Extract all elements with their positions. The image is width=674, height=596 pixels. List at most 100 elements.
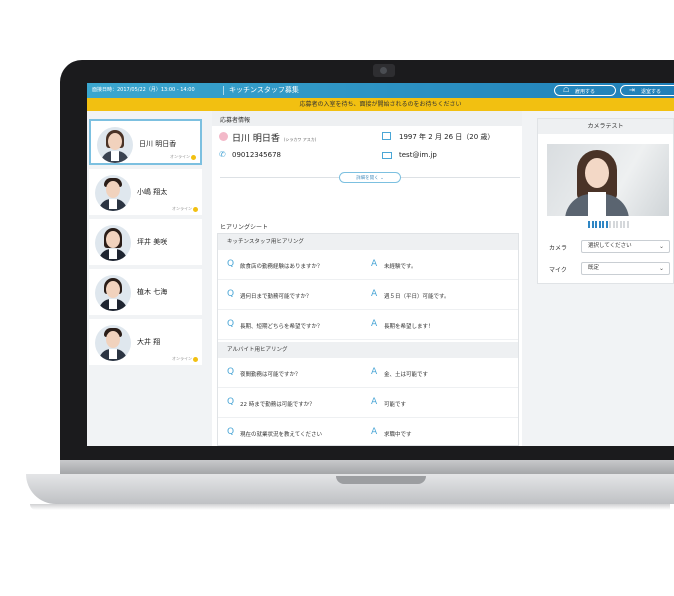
waiting-banner: 応募者の入室を待ち、面接が開始されるのをお待ちください	[87, 98, 674, 111]
qa-row: Q 飲食店の勤務経験はありますか？ A 未経験です。	[218, 250, 518, 280]
candidate-name: 大井 翔	[137, 338, 161, 346]
chevron-down-icon: ⌄	[658, 265, 664, 272]
status-text: オンライン	[172, 356, 192, 361]
interview-datetime: 面接日時：2017/05/22（月）13:00 - 14:00	[92, 87, 195, 93]
avatar	[95, 275, 131, 311]
answer-icon: A	[371, 397, 378, 407]
job-title: キッチンスタッフ募集	[229, 86, 299, 94]
mail-icon	[382, 152, 392, 159]
avatar	[95, 225, 131, 261]
user-icon	[219, 132, 228, 141]
mic-select-value: 既定	[588, 265, 600, 271]
question-icon: Q	[227, 367, 235, 377]
answer-text: 未経験です。	[384, 264, 417, 270]
camera-test-title: カメラテスト	[538, 119, 673, 134]
topbar-divider	[223, 86, 224, 95]
hire-button[interactable]: ☖ 雇用する	[554, 85, 616, 96]
candidate-item[interactable]: 大井 翔 オンライン	[89, 319, 202, 365]
mic-level-bar	[612, 221, 615, 228]
qa-row: Q 週何日まで勤務可能ですか？ A 週５日（平日）可能です。	[218, 280, 518, 310]
online-status: オンライン	[172, 356, 198, 362]
applicant-kana: (シラカワ アスカ)	[283, 137, 317, 142]
mic-level-bar	[602, 221, 604, 228]
answer-icon: A	[371, 427, 378, 437]
status-text: オンライン	[170, 154, 190, 159]
question-text: 週何日まで勤務可能ですか？	[240, 294, 312, 300]
mic-level-bar	[616, 221, 618, 228]
details-button-label: 詳細を開く	[356, 176, 379, 181]
question-text: 長期、短期どちらを希望ですか？	[240, 324, 323, 330]
answer-text: 金、土は可能です	[384, 372, 429, 378]
candidate-item[interactable]: 日川 明日香 オンライン	[89, 119, 202, 165]
online-status: オンライン	[170, 154, 196, 160]
mic-level-bar	[595, 221, 597, 228]
applicant-birthdate: 1997 年 2 月 26 日（20 歳）	[399, 133, 495, 141]
mic-level-bar	[588, 221, 590, 228]
answer-icon: A	[371, 259, 378, 269]
camera-preview	[547, 144, 669, 216]
hearing-group-title: キッチンスタッフ用ヒアリング	[218, 234, 518, 250]
leave-button[interactable]: ⇥ 退室する	[620, 85, 674, 96]
online-icon	[193, 206, 198, 212]
qa-row: Q 長期、短期どちらを希望ですか？ A 長期を希望します！	[218, 310, 518, 340]
question-icon: Q	[227, 289, 235, 299]
answer-icon: A	[371, 289, 378, 299]
applicant-info-title: 応募者情報	[220, 117, 251, 124]
question-icon: Q	[227, 397, 235, 407]
answer-icon: A	[371, 367, 378, 377]
answer-text: 週５日（平日）可能です。	[384, 294, 450, 300]
phone-icon: ✆	[219, 150, 226, 159]
mic-select[interactable]: 既定 ⌄	[581, 262, 670, 275]
candidate-name: 坪井 美咲	[137, 238, 168, 246]
camera-select-value: 選択してください	[588, 243, 632, 249]
question-icon: Q	[227, 319, 235, 329]
applicant-email: test@im.jp	[399, 151, 437, 159]
answer-text: 求職中です	[384, 432, 412, 438]
question-icon: Q	[227, 427, 235, 437]
mic-level-bar	[626, 221, 629, 228]
mic-level-bar	[609, 221, 611, 228]
avatar	[95, 175, 131, 211]
question-text: 22 時まで勤務は可能ですか？	[240, 402, 315, 408]
laptop-shadow	[30, 504, 670, 510]
mic-level-bar	[619, 221, 622, 228]
candidate-name: 植木 七海	[137, 288, 168, 296]
app-screen: 面接日時：2017/05/22（月）13:00 - 14:00 キッチンスタッフ…	[87, 83, 674, 446]
exit-icon: ⇥	[629, 86, 635, 94]
candidate-item[interactable]: 小嶋 翔太 オンライン	[89, 169, 202, 215]
online-icon	[193, 356, 198, 362]
status-text: オンライン	[172, 206, 192, 211]
candidate-item[interactable]: 坪井 美咲	[89, 219, 202, 265]
mic-level-bar	[605, 221, 608, 228]
hearing-group-title: アルバイト用ヒアリング	[218, 342, 518, 358]
chevron-down-icon: ⌄	[380, 176, 384, 181]
answer-text: 長期を希望します！	[384, 324, 434, 330]
online-status: オンライン	[172, 206, 198, 212]
hearing-sheet: キッチンスタッフ用ヒアリング Q 飲食店の勤務経験はありますか？ A 未経験です…	[217, 233, 519, 446]
camera-label: カメラ	[549, 245, 568, 252]
applicant-name: 日川 明日香 (シラカワ アスカ)	[232, 131, 316, 144]
leave-button-label: 退室する	[641, 89, 662, 95]
candidate-list: 日川 明日香 オンライン 小嶋 翔太 オンライン 坪井 美咲 植木 七海 大井 …	[87, 111, 202, 446]
mic-level-meter	[588, 221, 630, 228]
answer-icon: A	[371, 319, 378, 329]
candidate-name: 日川 明日香	[139, 140, 177, 148]
hire-button-label: 雇用する	[575, 89, 596, 95]
mic-level-bar	[623, 221, 625, 228]
camera-select[interactable]: 選択してください ⌄	[581, 240, 670, 253]
candidate-name: 小嶋 翔太	[137, 188, 168, 196]
answer-text: 可能です	[384, 402, 407, 408]
hearing-sheet-title: ヒアリングシート	[220, 224, 269, 231]
hire-icon: ☖	[563, 86, 570, 94]
applicant-phone: 09012345678	[232, 151, 281, 159]
details-button[interactable]: 詳細を開く ⌄	[339, 172, 401, 183]
candidate-item[interactable]: 植木 七海	[89, 269, 202, 315]
webcam-icon	[380, 67, 387, 74]
avatar	[97, 127, 133, 163]
mic-label: マイク	[549, 267, 567, 274]
qa-row: Q 22 時まで勤務は可能ですか？ A 可能です	[218, 388, 518, 418]
question-icon: Q	[227, 259, 235, 269]
applicant-info-header	[212, 111, 522, 126]
mic-level-bar	[598, 221, 601, 228]
online-icon	[191, 154, 196, 160]
